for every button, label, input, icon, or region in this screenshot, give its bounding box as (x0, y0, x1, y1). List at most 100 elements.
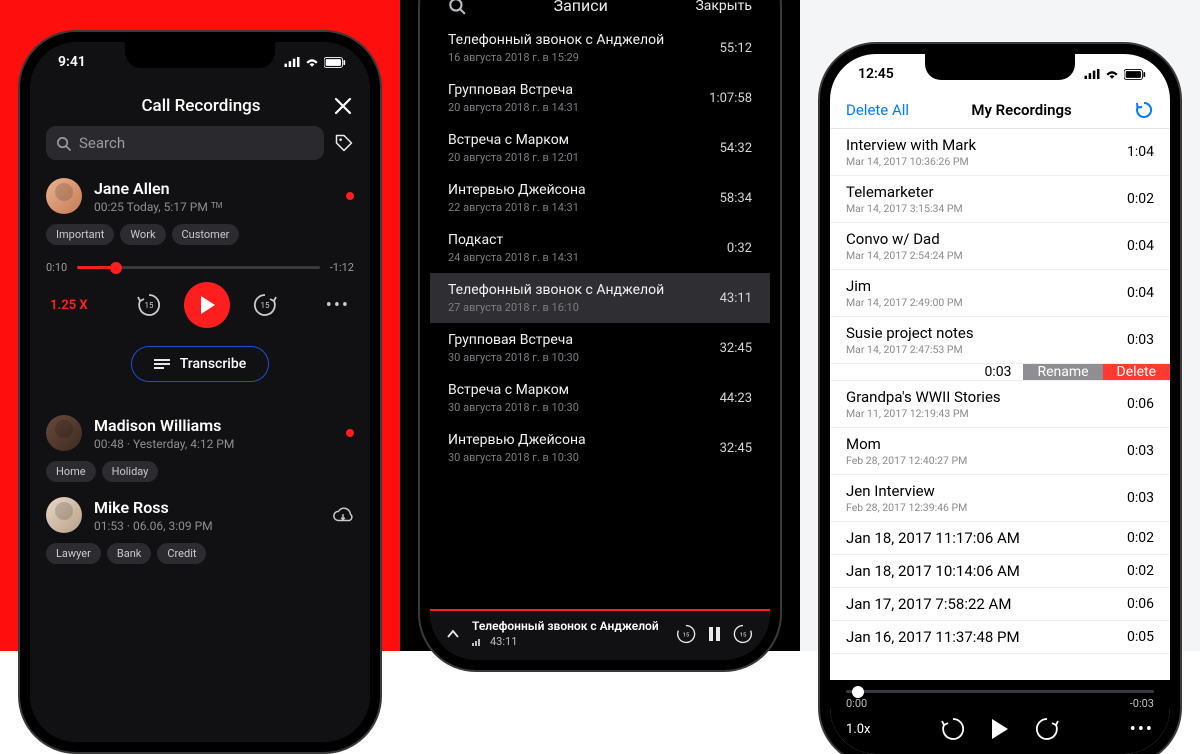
tag-icon[interactable] (334, 133, 354, 153)
unread-dot (346, 429, 354, 437)
progress-slider[interactable] (846, 690, 1154, 693)
tag-chip[interactable]: Lawyer (46, 543, 101, 564)
recording-row[interactable]: Интервью Джейсона 30 августа 2018 г. в 1… (430, 423, 770, 473)
recording-row[interactable]: Jen Interview Feb 28, 2017 12:39:46 PM 0… (830, 475, 1170, 522)
recording-name: Jan 17, 2017 7:58:22 AM (846, 595, 1127, 613)
forward-15-icon[interactable] (1034, 716, 1060, 742)
forward-15-icon[interactable]: 15 (250, 290, 280, 320)
search-icon[interactable] (448, 0, 466, 15)
recording-row[interactable]: Mom Feb 28, 2017 12:40:27 PM 0:03 (830, 428, 1170, 475)
recording-row[interactable]: Jan 18, 2017 11:17:06 AM 0:02 (830, 522, 1170, 555)
page-title: Записи (466, 0, 695, 15)
tag-chip[interactable]: Holiday (102, 461, 159, 482)
recording-duration: 0:03 (1127, 443, 1154, 459)
recording-duration: 32:45 (720, 441, 752, 456)
recording-row[interactable]: Подкаст 24 августа 2018 г. в 14:31 0:32 (430, 223, 770, 273)
play-button[interactable] (992, 719, 1008, 739)
phone-frame: Записи Закрыть Телефонный звонок с Андже… (430, 0, 770, 660)
tag-chip[interactable]: Important (46, 224, 114, 245)
recording-timestamp: 30 августа 2018 г. в 10:30 (448, 351, 579, 364)
recording-timestamp: 27 августа 2018 г. в 16:10 (448, 301, 664, 314)
recording-duration: 0:03 (1127, 490, 1154, 506)
svg-text:15: 15 (260, 301, 269, 310)
signal-mini-icon (472, 638, 484, 646)
notch (125, 42, 275, 68)
recording-row[interactable]: Interview with Mark Mar 14, 2017 10:36:2… (830, 129, 1170, 176)
progress-slider[interactable] (77, 266, 320, 269)
recording-timestamp: Mar 14, 2017 10:36:26 PM (846, 155, 1127, 168)
recording-row[interactable]: Групповая Встреча 20 августа 2018 г. в 1… (430, 73, 770, 123)
recording-duration: 0:05 (1127, 629, 1154, 645)
recording-row[interactable]: Встреча с Марком 30 августа 2018 г. в 10… (430, 373, 770, 423)
recording-row[interactable]: Grandpa's WWII Stories Mar 11, 2017 12:1… (830, 381, 1170, 428)
recording-row[interactable]: Групповая Встреча 30 августа 2018 г. в 1… (430, 323, 770, 373)
pause-button[interactable] (709, 627, 720, 641)
recording-row[interactable]: Встреча с Марком 20 августа 2018 г. в 12… (430, 123, 770, 173)
recording-name: Телефонный звонок с Анджелой (448, 32, 664, 48)
play-button[interactable] (184, 282, 230, 328)
battery-icon (1124, 69, 1146, 80)
svg-text:15: 15 (683, 632, 690, 638)
recording-name: Jen Interview (846, 482, 1127, 500)
recording-timestamp: 16 августа 2018 г. в 15:29 (448, 51, 664, 64)
recording-row[interactable]: Телефонный звонок с Анджелой 27 августа … (430, 273, 770, 323)
delete-button[interactable]: Delete (1103, 364, 1170, 380)
recording-row[interactable]: Jan 17, 2017 7:58:22 AM 0:06 (830, 588, 1170, 621)
more-icon[interactable]: ••• (326, 295, 350, 316)
forward-15-icon[interactable]: 15 (732, 623, 754, 645)
tag-chip[interactable]: Bank (107, 543, 152, 564)
avatar (46, 415, 82, 451)
tag-chip[interactable]: Work (120, 224, 165, 245)
recording-row[interactable]: Jim Mar 14, 2017 2:49:00 PM 0:04 (830, 270, 1170, 317)
recording-timestamp: 24 августа 2018 г. в 14:31 (448, 251, 579, 264)
refresh-icon[interactable] (1134, 100, 1154, 120)
more-icon[interactable]: ••• (1130, 719, 1154, 740)
wifi-icon (1104, 68, 1120, 80)
recording-duration: 43:11 (720, 291, 752, 306)
recording-row[interactable]: Jan 16, 2017 11:37:48 PM 0:05 (830, 621, 1170, 654)
tag-chip[interactable]: Customer (172, 224, 240, 245)
recording-name: Interview with Mark (846, 136, 1127, 154)
recording-item[interactable]: Madison Williams 00:48 · Yesterday, 4:12… (30, 411, 370, 493)
chevron-up-icon[interactable] (446, 627, 460, 641)
recording-name: Групповая Встреча (448, 332, 579, 348)
wifi-icon (304, 56, 320, 68)
close-icon[interactable] (334, 97, 352, 115)
recording-row[interactable]: Jan 18, 2017 10:14:06 AM 0:02 (830, 555, 1170, 588)
battery-icon (324, 57, 346, 68)
playback-speed[interactable]: 1.0x (846, 722, 871, 737)
recording-row[interactable]: Телефонный звонок с Анджелой 16 августа … (430, 23, 770, 73)
transcribe-button[interactable]: Transcribe (131, 346, 269, 382)
rewind-15-icon[interactable]: 15 (675, 623, 697, 645)
recording-meta: 00:48 · Yesterday, 4:12 PM (94, 437, 334, 451)
close-button[interactable]: Закрыть (695, 0, 752, 14)
recording-name: Jan 18, 2017 11:17:06 AM (846, 529, 1127, 547)
recording-row[interactable]: Интервью Джейсона 22 августа 2018 г. в 1… (430, 173, 770, 223)
playback-speed[interactable]: 1.25 X (50, 298, 88, 313)
recording-timestamp: 30 августа 2018 г. в 10:30 (448, 401, 579, 414)
recording-row[interactable]: Telemarketer Mar 14, 2017 3:15:34 PM 0:0… (830, 176, 1170, 223)
signal-icon (284, 57, 300, 67)
tag-chip[interactable]: Home (46, 461, 96, 482)
elapsed-time: 0:10 (46, 261, 67, 274)
recording-item[interactable]: Mike Ross 01:53 · 06.06, 3:09 PM Lawyer … (30, 493, 370, 575)
rename-button[interactable]: Rename (1023, 364, 1102, 380)
rewind-15-icon[interactable]: 15 (134, 290, 164, 320)
delete-all-button[interactable]: Delete All (846, 101, 909, 119)
recording-timestamp: Mar 14, 2017 2:49:00 PM (846, 296, 1127, 309)
recording-duration: 1:07:58 (709, 91, 752, 106)
recording-duration: 54:32 (720, 141, 752, 156)
recording-timestamp: 20 августа 2018 г. в 12:01 (448, 151, 579, 164)
recording-timestamp: 20 августа 2018 г. в 14:31 (448, 101, 579, 114)
recording-duration: 0:06 (1127, 596, 1154, 612)
recording-name: Телефонный звонок с Анджелой (448, 282, 664, 298)
recording-item[interactable]: Jane Allen 00:25 Today, 5:17 PM ᵀᴹ Impor… (30, 174, 370, 411)
recording-duration: 0:04 (1127, 285, 1154, 301)
search-input[interactable]: Search (46, 126, 324, 160)
tag-chip[interactable]: Credit (157, 543, 206, 564)
cloud-download-icon[interactable] (332, 506, 354, 524)
rewind-15-icon[interactable] (940, 716, 966, 742)
recording-row[interactable]: Susie project notes Mar 14, 2017 2:47:53… (830, 317, 1170, 364)
recording-row[interactable]: Convo w/ Dad Mar 14, 2017 2:54:24 PM 0:0… (830, 223, 1170, 270)
recording-duration: 0:06 (1127, 396, 1154, 412)
